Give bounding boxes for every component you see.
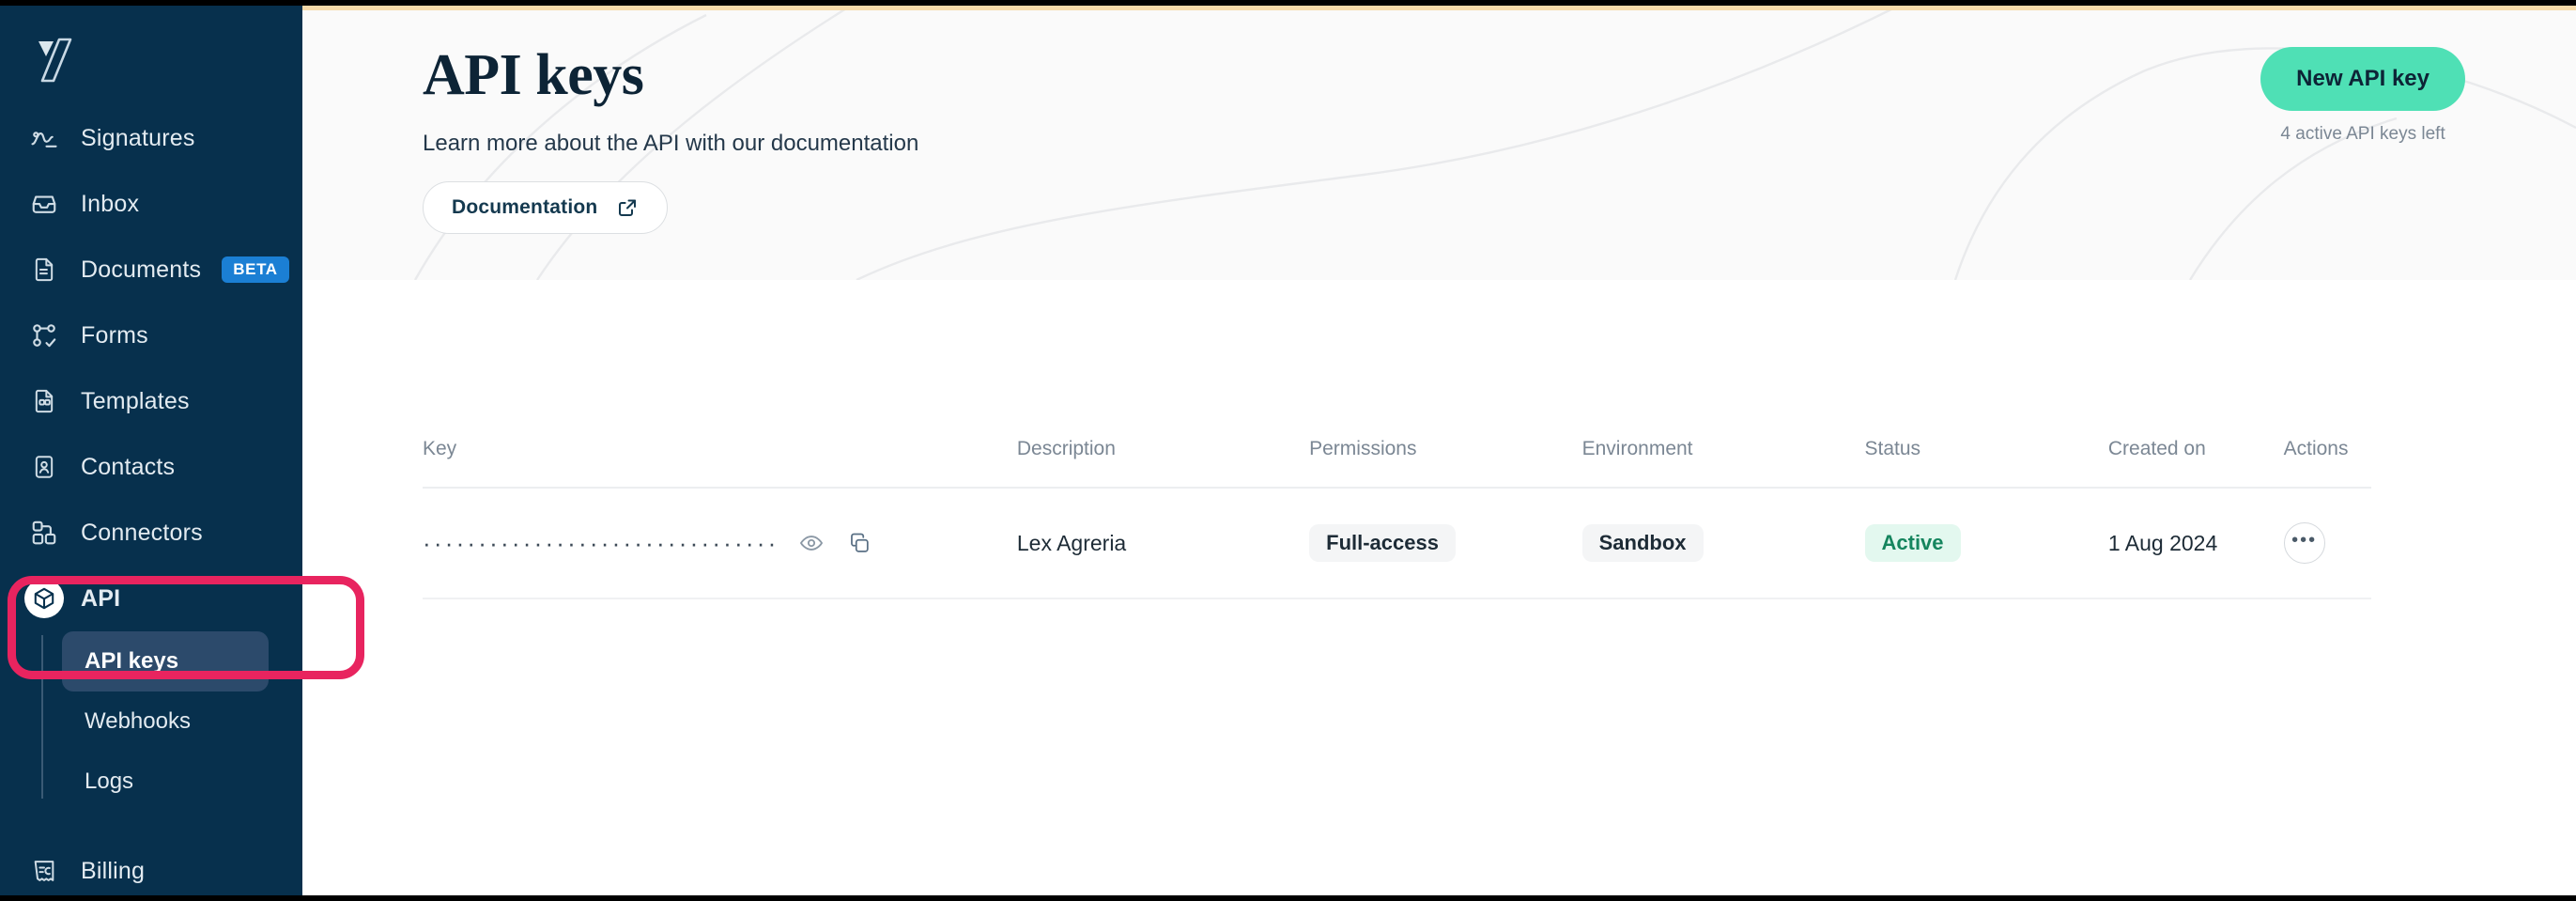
- sidebar-subitem-label: Logs: [85, 769, 134, 794]
- sidebar-item-label: Documents: [81, 256, 202, 283]
- table-body: ································ Lex Agr…: [423, 488, 2371, 599]
- sidebar-item-templates[interactable]: Templates: [0, 368, 302, 434]
- sidebar-subitem-label: API keys: [85, 648, 179, 674]
- sidebar-item-api[interactable]: API: [0, 566, 302, 631]
- cell-environment: Sandbox: [1581, 488, 1865, 599]
- sidebar-item-logs[interactable]: Logs: [62, 752, 269, 812]
- sidebar-item-inbox[interactable]: Inbox: [0, 171, 302, 237]
- status-badge: Active: [1864, 524, 1961, 562]
- cell-created-on: 1 Aug 2024: [2107, 488, 2284, 599]
- cell-status: Active: [1864, 488, 2108, 599]
- templates-icon: [24, 381, 64, 421]
- header-text-block: API keys Learn more about the API with o…: [302, 6, 2576, 235]
- top-accent-line: [302, 6, 2576, 10]
- sidebar-item-connectors[interactable]: Connectors: [0, 500, 302, 566]
- api-keys-table: Key Description Permissions Environment …: [423, 438, 2371, 599]
- column-header-key: Key: [423, 438, 457, 459]
- sidebar-subitem-label: Webhooks: [85, 708, 191, 734]
- masked-api-key: ································: [423, 531, 779, 555]
- api-subnav: API keys Webhooks Logs: [0, 631, 302, 812]
- sidebar-item-label: Inbox: [81, 190, 140, 217]
- permissions-badge: Full-access: [1309, 524, 1456, 562]
- table-row: ································ Lex Agr…: [423, 488, 2371, 599]
- beta-badge: BETA: [222, 256, 289, 283]
- sidebar-item-label: Signatures: [81, 124, 195, 151]
- sidebar-item-billing[interactable]: Billing: [0, 838, 302, 895]
- api-cube-icon: [24, 579, 64, 618]
- column-header-status: Status: [1864, 438, 1921, 459]
- sidebar-item-forms[interactable]: Forms: [0, 303, 302, 368]
- cell-actions: •••: [2283, 488, 2371, 599]
- sidebar-item-label: API: [81, 584, 121, 612]
- signature-icon: [24, 118, 64, 158]
- billing-icon: [24, 851, 64, 891]
- contacts-icon: [24, 447, 64, 487]
- table-header-row: Key Description Permissions Environment …: [423, 438, 2371, 488]
- column-header-description: Description: [1016, 438, 1116, 459]
- eye-icon[interactable]: [799, 531, 824, 555]
- sidebar-item-label: Billing: [81, 857, 146, 884]
- new-api-key-button[interactable]: New API key: [2260, 47, 2465, 111]
- column-header-environment: Environment: [1581, 438, 1693, 459]
- yousign-logo[interactable]: [26, 30, 86, 90]
- document-icon: [24, 250, 64, 289]
- sidebar-item-label: Contacts: [81, 453, 176, 480]
- documentation-button-label: Documentation: [452, 196, 598, 219]
- page-header: API keys Learn more about the API with o…: [302, 6, 2576, 280]
- cell-description: Lex Agreria: [1016, 488, 1310, 599]
- column-header-actions: Actions: [2283, 438, 2349, 459]
- documentation-button[interactable]: Documentation: [423, 181, 669, 235]
- sidebar-item-label: Connectors: [81, 519, 203, 546]
- sidebar-item-signatures[interactable]: Signatures: [0, 105, 302, 171]
- sidebar-item-contacts[interactable]: Contacts: [0, 434, 302, 500]
- sidebar-item-label: Templates: [81, 387, 190, 414]
- app-root: Signatures Inbox Documents BETA Forms Te…: [0, 0, 2576, 901]
- external-link-icon: [616, 196, 639, 219]
- sidebar-item-label: Forms: [81, 321, 148, 349]
- sidebar-item-api-keys[interactable]: API keys: [62, 631, 269, 691]
- column-header-created-on: Created on: [2107, 438, 2206, 459]
- environment-badge: Sandbox: [1581, 524, 1704, 562]
- cell-permissions: Full-access: [1309, 488, 1582, 599]
- connectors-icon: [24, 513, 64, 552]
- new-key-area: New API key 4 active API keys left: [2260, 47, 2465, 145]
- sidebar-nav: Signatures Inbox Documents BETA Forms Te…: [0, 105, 302, 895]
- page-title: API keys: [423, 43, 644, 107]
- sidebar: Signatures Inbox Documents BETA Forms Te…: [0, 6, 302, 895]
- page-subtitle: Learn more about the API with our docume…: [423, 131, 919, 157]
- sidebar-item-webhooks[interactable]: Webhooks: [62, 691, 269, 752]
- column-header-permissions: Permissions: [1309, 438, 1417, 459]
- copy-icon[interactable]: [848, 532, 872, 555]
- row-actions-button[interactable]: •••: [2283, 522, 2325, 564]
- api-keys-table-wrap: Key Description Permissions Environment …: [302, 438, 2576, 599]
- main-content: API keys Learn more about the API with o…: [302, 6, 2576, 895]
- cell-key: ································: [423, 488, 1017, 599]
- inbox-icon: [24, 184, 64, 224]
- forms-icon: [24, 316, 64, 355]
- table-head: Key Description Permissions Environment …: [423, 438, 2371, 488]
- sidebar-item-documents[interactable]: Documents BETA: [0, 237, 302, 303]
- active-keys-left-note: 4 active API keys left: [2280, 124, 2445, 144]
